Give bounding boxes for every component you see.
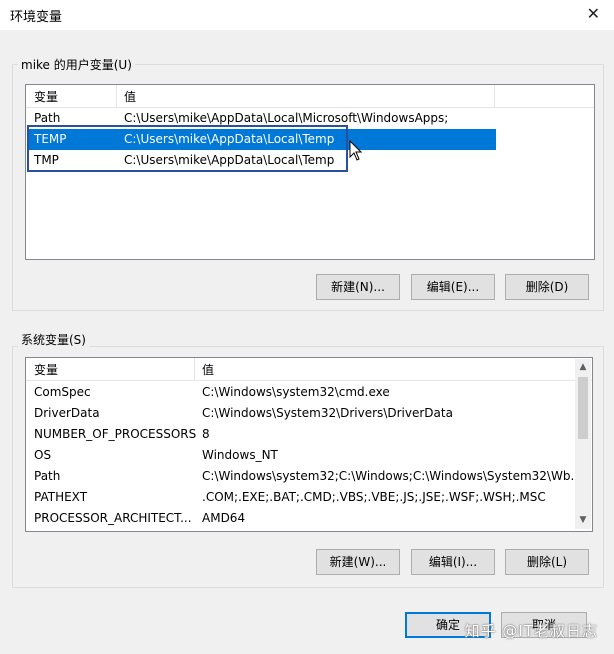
column-divider [494, 85, 495, 107]
var-name: PATHEXT [34, 490, 88, 504]
close-icon[interactable]: ✕ [587, 4, 600, 23]
var-value: 8 [202, 427, 210, 441]
var-name: DriverData [34, 406, 100, 420]
scroll-down-icon[interactable]: ▼ [575, 512, 591, 529]
var-name: Path [34, 111, 61, 125]
table-row[interactable]: OS Windows_NT [27, 445, 574, 466]
var-name: OS [34, 448, 52, 462]
system-edit-button[interactable]: 编辑(I)... [411, 549, 495, 575]
vertical-scrollbar[interactable]: ▲ ▼ [575, 359, 591, 529]
scrollbar-thumb[interactable] [578, 377, 588, 439]
mouse-cursor-icon [349, 140, 363, 161]
user-new-button[interactable]: 新建(N)... [316, 274, 400, 300]
column-header-value[interactable]: 值 [124, 88, 136, 105]
system-delete-button[interactable]: 删除(L) [505, 549, 589, 575]
column-header-variable[interactable]: 变量 [34, 88, 58, 105]
var-value: C:\Windows\system32;C:\Windows;C:\Window… [202, 469, 582, 483]
window-title: 环境变量 [10, 10, 63, 25]
column-divider [116, 85, 117, 107]
column-divider [194, 358, 195, 380]
var-value: .COM;.EXE;.BAT;.CMD;.VBS;.VBE;.JS;.JSE;.… [202, 490, 546, 504]
list-header: 变量 值 [26, 358, 592, 381]
table-row[interactable]: PATHEXT .COM;.EXE;.BAT;.CMD;.VBS;.VBE;.J… [27, 487, 574, 508]
system-vars-label: 系统变量(S) [18, 331, 89, 348]
user-vars-list[interactable]: 变量 值 Path C:\Users\mike\AppData\Local\Mi… [25, 84, 595, 260]
watermark: 知乎 @IT老叔日志 [464, 622, 598, 640]
system-vars-list[interactable]: 变量 值 ComSpec C:\Windows\system32\cmd.exe… [25, 357, 593, 532]
title-bar: 环境变量 ✕ [0, 0, 614, 30]
user-edit-button[interactable]: 编辑(E)... [411, 274, 495, 300]
scroll-up-icon[interactable]: ▲ [575, 359, 591, 376]
var-name: PROCESSOR_ARCHITECT... [34, 511, 192, 525]
var-value: C:\Users\mike\AppData\Local\Microsoft\Wi… [124, 111, 449, 125]
environment-variables-dialog: 环境变量 ✕ mike 的用户变量(U) 变量 值 Path C:\Users\… [0, 0, 614, 654]
var-name: NUMBER_OF_PROCESSORS [34, 427, 197, 441]
list-header: 变量 值 [26, 85, 594, 108]
var-value: Windows_NT [202, 448, 278, 462]
var-value: C:\Windows\system32\cmd.exe [202, 385, 390, 399]
table-row[interactable]: ComSpec C:\Windows\system32\cmd.exe [27, 382, 574, 403]
table-row[interactable]: NUMBER_OF_PROCESSORS 8 [27, 424, 574, 445]
table-row[interactable]: Path C:\Windows\system32;C:\Windows;C:\W… [27, 466, 582, 487]
highlight-box [27, 125, 348, 172]
var-name: Path [34, 469, 61, 483]
system-new-button[interactable]: 新建(W)... [316, 549, 400, 575]
var-value: C:\Windows\System32\Drivers\DriverData [202, 406, 453, 420]
column-header-variable[interactable]: 变量 [34, 361, 58, 378]
user-delete-button[interactable]: 删除(D) [505, 274, 589, 300]
table-row[interactable]: PROCESSOR_ARCHITECT... AMD64 [27, 508, 574, 529]
var-value: AMD64 [202, 511, 246, 525]
var-name: ComSpec [34, 385, 91, 399]
column-header-value[interactable]: 值 [202, 361, 214, 378]
user-vars-label: mike 的用户变量(U) [18, 56, 135, 73]
table-row[interactable]: DriverData C:\Windows\System32\Drivers\D… [27, 403, 574, 424]
